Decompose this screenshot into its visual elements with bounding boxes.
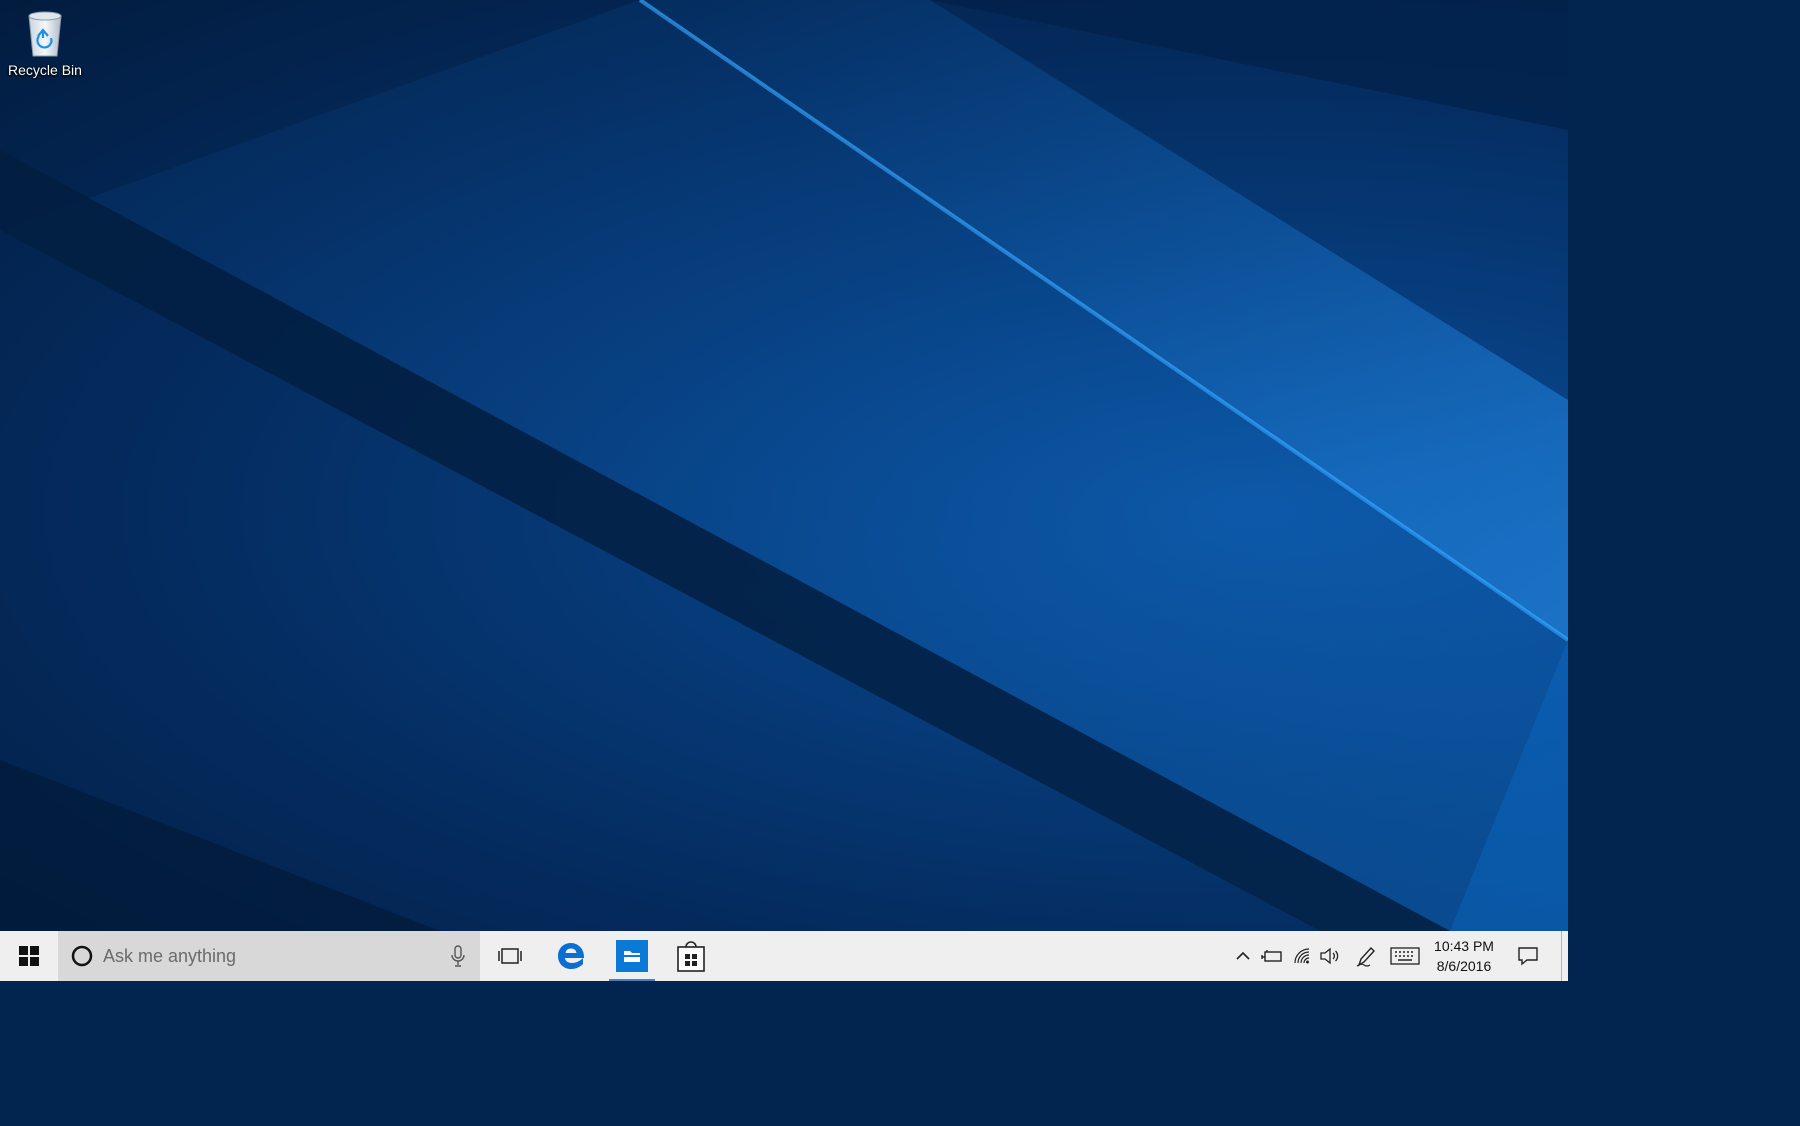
- edge-icon: [558, 943, 585, 969]
- wifi-icon: [1294, 948, 1310, 964]
- search-input[interactable]: [101, 944, 435, 968]
- action-center-button[interactable]: [1506, 931, 1550, 981]
- taskbar-app-file-explorer[interactable]: [603, 931, 661, 981]
- wallpaper: [0, 0, 1568, 931]
- touch-keyboard-icon: [1390, 947, 1420, 965]
- start-button[interactable]: [0, 931, 58, 981]
- store-icon: [677, 941, 705, 972]
- touch-keyboard-button[interactable]: [1386, 931, 1424, 981]
- network-button[interactable]: [1288, 931, 1316, 981]
- clock[interactable]: 10:43 PM 8/6/2016: [1428, 936, 1500, 978]
- desktop-icon-recycle-bin[interactable]: Recycle Bin: [4, 8, 86, 78]
- task-view-button[interactable]: [482, 931, 538, 981]
- pen-ink-icon: [1356, 946, 1375, 967]
- clock-date: 8/6/2016: [1436, 958, 1492, 974]
- battery-icon: [1261, 950, 1282, 962]
- chevron-up-icon: [1236, 951, 1250, 960]
- battery-button[interactable]: [1258, 931, 1286, 981]
- taskbar-app-edge[interactable]: [542, 931, 600, 981]
- file-explorer-icon: [616, 940, 648, 972]
- desktop-icon-label: Recycle Bin: [8, 62, 82, 78]
- show-desktop-button[interactable]: [1561, 931, 1569, 981]
- notification-icon: [1518, 947, 1538, 966]
- search-box[interactable]: [58, 931, 480, 981]
- volume-icon: [1320, 947, 1339, 965]
- microphone-icon[interactable]: [450, 945, 466, 967]
- clock-time: 10:43 PM: [1434, 938, 1494, 954]
- cortana-circle-icon: [71, 945, 93, 967]
- volume-button[interactable]: [1316, 931, 1344, 981]
- windows-logo-icon: [19, 946, 39, 966]
- taskbar: 10:43 PM 8/6/2016: [0, 931, 1568, 981]
- recycle-bin-icon: [28, 11, 62, 57]
- show-hidden-icons-button[interactable]: [1230, 931, 1256, 981]
- task-view-icon: [498, 948, 522, 964]
- windows-ink-button[interactable]: [1352, 931, 1380, 981]
- desktop[interactable]: Recycle Bin: [0, 0, 1568, 931]
- taskbar-app-store[interactable]: [662, 931, 720, 981]
